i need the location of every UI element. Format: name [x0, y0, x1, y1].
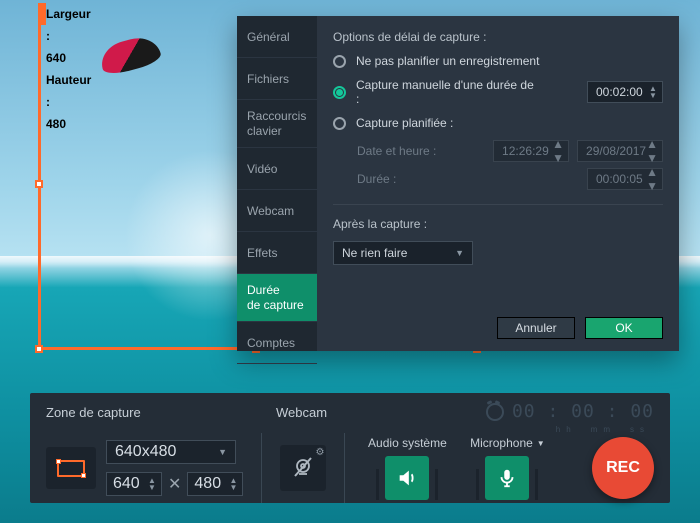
- audio-level-meter: [535, 456, 538, 500]
- webcam-off-icon: [291, 456, 315, 480]
- scheduled-date-stepper: 29/08/2017 ▲▼: [577, 140, 663, 162]
- multiply-icon: ✕: [168, 474, 181, 494]
- system-audio-label: Audio système: [368, 436, 447, 450]
- scheduled-time-value: 12:26:29: [502, 144, 549, 158]
- capture-zone-group: 640x480 ▼ 640 ▲▼ ✕ 480 ▲▼: [46, 440, 243, 496]
- microphone-toggle[interactable]: [485, 456, 529, 500]
- scheduled-duration-label: Durée :: [357, 172, 396, 186]
- tab-effects[interactable]: Effets: [237, 232, 317, 274]
- chevron-down-icon: ▼: [218, 447, 227, 457]
- audio-level-meter: [476, 456, 479, 500]
- tab-capture-duration[interactable]: Durée de capture: [237, 274, 317, 322]
- after-capture-title: Après la capture :: [333, 217, 663, 231]
- capture-duration-panel: Options de délai de capture : Ne pas pla…: [317, 16, 679, 351]
- chevron-down-icon: ▼: [455, 248, 464, 258]
- tab-webcam[interactable]: Webcam: [237, 190, 317, 232]
- tab-accounts[interactable]: Comptes: [237, 322, 317, 364]
- cancel-button[interactable]: Annuler: [497, 317, 575, 339]
- manual-duration-value: 00:02:00: [596, 85, 643, 99]
- width-value: 640: [113, 475, 140, 493]
- webcam-label: Webcam: [276, 405, 327, 420]
- record-button[interactable]: REC: [592, 437, 654, 499]
- zone-label: Zone de capture: [46, 405, 276, 420]
- microphone-group: Microphone ▼: [463, 436, 551, 500]
- resolution-preset-select[interactable]: 640x480 ▼: [106, 440, 236, 464]
- preferences-dialog: Général Fichiers Raccourcis clavier Vidé…: [237, 16, 679, 351]
- scheduled-time-stepper: 12:26:29 ▲▼: [493, 140, 569, 162]
- recording-toolbar: 00 : 00 : 00 hh mm ss Zone de capture We…: [30, 393, 670, 503]
- radio-scheduled[interactable]: [333, 117, 346, 130]
- scheduled-duration-stepper: 00:00:05 ▲▼: [587, 168, 663, 190]
- scheduled-duration-value: 00:00:05: [596, 172, 643, 186]
- system-audio-toggle[interactable]: [385, 456, 429, 500]
- after-capture-select[interactable]: Ne rien faire ▼: [333, 241, 473, 265]
- resolution-preset-value: 640x480: [115, 443, 176, 461]
- height-stepper[interactable]: 480 ▲▼: [187, 472, 243, 496]
- alarm-clock-icon: [486, 403, 504, 421]
- tab-general[interactable]: Général: [237, 16, 317, 58]
- timer-unit-mm: mm: [591, 425, 616, 434]
- stepper-arrows-icon[interactable]: ▲▼: [228, 477, 238, 491]
- resize-handle[interactable]: [35, 180, 43, 188]
- tab-video[interactable]: Vidéo: [237, 148, 317, 190]
- tab-files[interactable]: Fichiers: [237, 58, 317, 100]
- stepper-arrows-icon[interactable]: ▲▼: [648, 85, 658, 99]
- scheduled-datetime-label: Date et heure :: [357, 144, 436, 158]
- stepper-arrows-icon[interactable]: ▲▼: [147, 477, 157, 491]
- radio-no-schedule-label: Ne pas planifier un enregistrement: [356, 54, 539, 68]
- webcam-toggle[interactable]: ⚙: [280, 445, 326, 491]
- timer-unit-hh: hh: [556, 425, 577, 434]
- divider: [261, 433, 262, 503]
- microphone-label-text: Microphone: [470, 436, 533, 450]
- divider: [333, 204, 663, 205]
- webcam-group: ⚙: [280, 445, 326, 491]
- divider: [344, 433, 345, 503]
- after-capture-value: Ne rien faire: [342, 246, 407, 260]
- microphone-label[interactable]: Microphone ▼: [470, 436, 545, 450]
- scheduled-date-value: 29/08/2017: [586, 144, 646, 158]
- chevron-down-icon[interactable]: ▼: [537, 439, 545, 448]
- stepper-arrows-icon: ▲▼: [552, 137, 564, 165]
- system-audio-group: Audio système: [363, 436, 451, 500]
- stepper-arrows-icon: ▲▼: [646, 165, 658, 193]
- audio-level-meter: [376, 456, 379, 500]
- tab-shortcuts[interactable]: Raccourcis clavier: [237, 100, 317, 148]
- zone-preview-button[interactable]: [46, 447, 96, 489]
- radio-manual-duration[interactable]: [333, 86, 346, 99]
- manual-duration-stepper[interactable]: 00:02:00 ▲▼: [587, 81, 663, 103]
- selection-icon: [57, 460, 85, 477]
- delay-options-title: Options de délai de capture :: [333, 30, 663, 44]
- height-value: 480: [194, 475, 221, 493]
- radio-scheduled-label: Capture planifiée :: [356, 116, 453, 130]
- timer-digits: 00 : 00 : 00: [512, 401, 654, 422]
- ok-button[interactable]: OK: [585, 317, 663, 339]
- capture-frame-size-label: Largeur : 640 Hauteur : 480: [38, 3, 46, 25]
- audio-level-meter: [435, 456, 438, 500]
- speaker-icon: [396, 467, 418, 489]
- gear-icon[interactable]: ⚙: [315, 447, 324, 458]
- resize-handle[interactable]: [35, 345, 43, 353]
- stepper-arrows-icon: ▲▼: [646, 137, 658, 165]
- width-stepper[interactable]: 640 ▲▼: [106, 472, 162, 496]
- timer-unit-ss: ss: [630, 425, 650, 434]
- radio-manual-duration-label: Capture manuelle d'une durée de :: [356, 78, 536, 106]
- microphone-icon: [496, 467, 518, 489]
- radio-no-schedule[interactable]: [333, 55, 346, 68]
- preferences-tabs: Général Fichiers Raccourcis clavier Vidé…: [237, 16, 317, 351]
- recording-timer: 00 : 00 : 00 hh mm ss: [486, 401, 654, 422]
